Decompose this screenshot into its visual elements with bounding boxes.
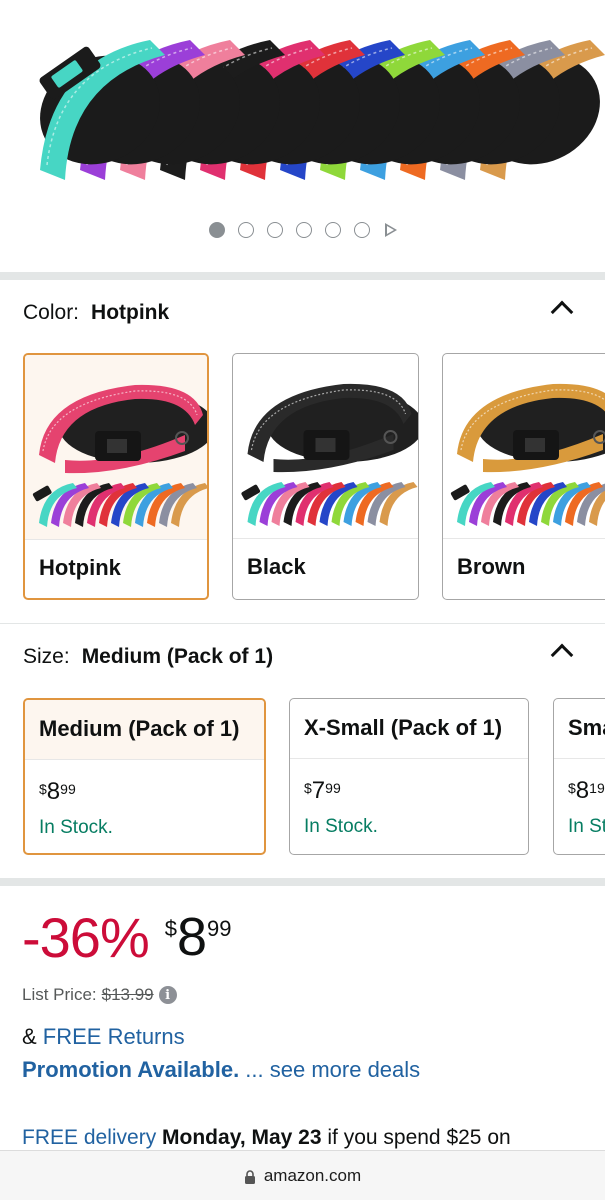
- size-selected-value: Medium (Pack of 1): [81, 645, 274, 668]
- size-option-price: $8 19: [568, 777, 605, 805]
- play-icon[interactable]: [384, 223, 397, 237]
- chevron-up-icon[interactable]: [550, 300, 574, 324]
- size-option-label: Sma: [554, 699, 605, 759]
- price-symbol: $: [568, 780, 576, 796]
- price-symbol: $: [304, 780, 312, 796]
- list-price-value: $13.99: [101, 985, 154, 1004]
- color-option-label: Brown: [457, 554, 526, 579]
- carousel-dot-1[interactable]: [208, 222, 225, 238]
- price-block: -36% $ 8 99: [22, 910, 232, 966]
- image-carousel-dots[interactable]: [0, 222, 605, 238]
- info-icon[interactable]: i: [158, 986, 177, 1004]
- price-symbol: $: [164, 916, 177, 941]
- free-delivery-link[interactable]: FREE delivery: [22, 1126, 156, 1149]
- size-label: Size:: [23, 645, 70, 668]
- color-header[interactable]: Color: Hotpink: [23, 301, 169, 325]
- carousel-dot-5[interactable]: [324, 222, 341, 238]
- browser-url-bar[interactable]: amazon.com: [0, 1150, 605, 1200]
- size-option-medium[interactable]: Medium (Pack of 1) $8 99 In Stock.: [23, 698, 266, 855]
- color-option-label: Black: [247, 554, 306, 579]
- stock-status: In St: [568, 816, 605, 837]
- product-image[interactable]: [0, 0, 605, 200]
- size-option-label: X-Small (Pack of 1): [290, 699, 528, 759]
- collars-image: [39, 40, 605, 180]
- price-cents: 99: [60, 781, 76, 797]
- divider: [0, 272, 605, 280]
- size-option-x-small[interactable]: X-Small (Pack of 1) $7 99 In Stock.: [289, 698, 529, 855]
- size-option-label: Medium (Pack of 1): [25, 700, 264, 760]
- delivery-condition: if you spend $25 on: [321, 1126, 511, 1149]
- color-option-label: Hotpink: [39, 555, 121, 580]
- lock-icon: [244, 1169, 255, 1184]
- price-cents: 99: [325, 780, 341, 796]
- divider: [0, 623, 605, 624]
- list-price-label: List Price:: [22, 985, 97, 1004]
- free-returns-link[interactable]: FREE Returns: [43, 1024, 185, 1049]
- delivery-info: FREE delivery Monday, May 23 if you spen…: [22, 1126, 511, 1150]
- color-option-hotpink[interactable]: Hotpink: [23, 353, 209, 600]
- free-returns: & FREE Returns: [22, 1024, 185, 1050]
- chevron-up-icon[interactable]: [550, 643, 574, 667]
- collar-band: [40, 40, 165, 180]
- see-more-deals-link[interactable]: ... see more deals: [239, 1057, 420, 1082]
- color-option-brown[interactable]: Brown: [442, 353, 605, 600]
- stock-status: In Stock.: [304, 816, 378, 837]
- carousel-dot-6[interactable]: [353, 222, 370, 238]
- carousel-dot-4[interactable]: [295, 222, 312, 238]
- color-swatch-image: [443, 354, 605, 539]
- carousel-dot-3[interactable]: [266, 222, 283, 238]
- discount-percent: -36%: [22, 906, 150, 969]
- price-whole: 8: [46, 778, 61, 805]
- divider: [0, 878, 605, 886]
- current-price: $ 8 99: [165, 910, 232, 964]
- size-option-price: $7 99: [304, 777, 341, 805]
- price-whole: 8: [176, 907, 208, 967]
- color-swatch-image: [25, 355, 207, 540]
- size-header[interactable]: Size: Medium (Pack of 1): [23, 645, 273, 669]
- color-selected-value: Hotpink: [91, 301, 170, 324]
- price-cents: 19: [589, 780, 605, 796]
- list-price: List Price: $13.99 i: [22, 985, 177, 1005]
- carousel-dot-2[interactable]: [237, 222, 254, 238]
- price-whole: 7: [311, 777, 326, 804]
- price-whole: 8: [575, 777, 590, 804]
- size-option-small[interactable]: Sma $819 In St: [553, 698, 605, 855]
- color-option-black[interactable]: Black: [232, 353, 419, 600]
- promotion: Promotion Available. ... see more deals: [22, 1057, 420, 1083]
- stock-status: In Stock.: [39, 817, 113, 838]
- price-cents: 99: [207, 916, 232, 941]
- url-text: amazon.com: [263, 1165, 362, 1185]
- size-option-price: $8 99: [39, 778, 76, 806]
- color-label: Color:: [23, 301, 80, 324]
- price-symbol: $: [39, 781, 47, 797]
- delivery-date: Monday, May 23: [156, 1126, 322, 1149]
- returns-prefix: &: [22, 1024, 43, 1049]
- promotion-link[interactable]: Promotion Available.: [22, 1057, 239, 1082]
- color-swatch-image: [233, 354, 418, 539]
